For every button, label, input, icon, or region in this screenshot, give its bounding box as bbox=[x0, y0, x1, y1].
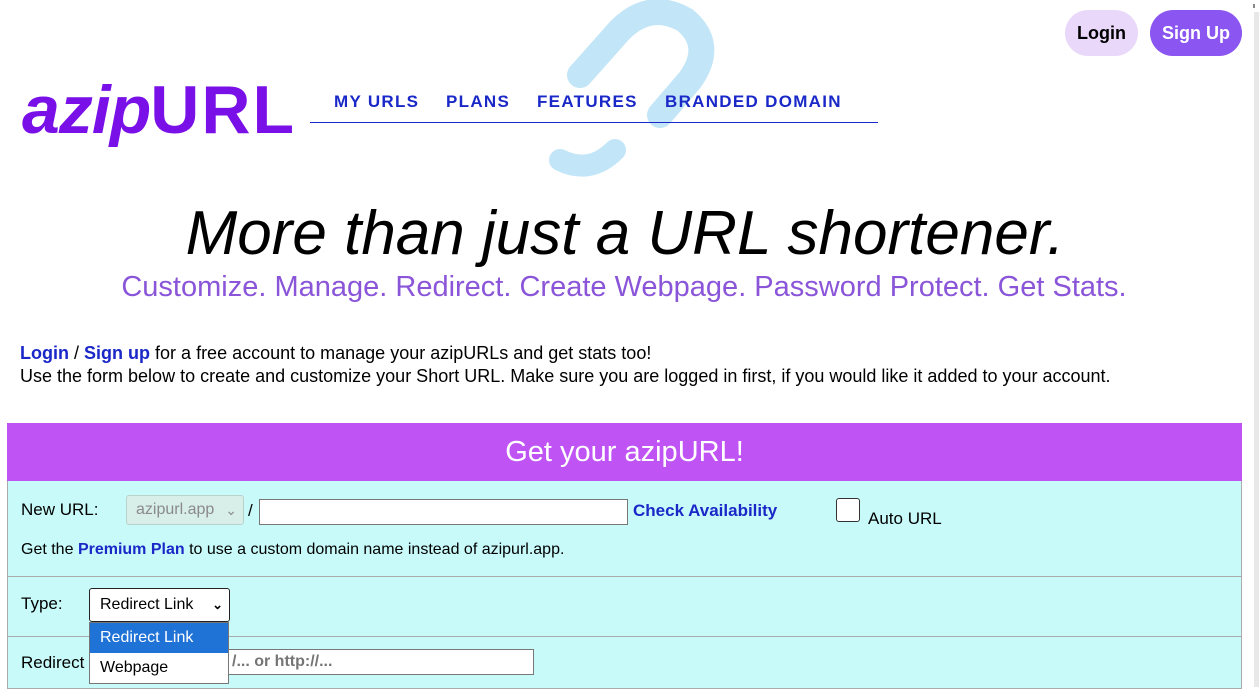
redirect-label: Redirect bbox=[21, 653, 85, 672]
chevron-down-icon: ⌄ bbox=[225, 502, 237, 518]
path-slash: / bbox=[248, 501, 253, 520]
type-dropdown-list: Redirect Link Webpage bbox=[89, 622, 229, 684]
form-title: Get your azipURL! bbox=[7, 423, 1242, 481]
domain-select-value: azipurl.app bbox=[136, 501, 215, 518]
scroll-up-arrow[interactable] bbox=[1253, 4, 1255, 8]
new-url-label: New URL: bbox=[21, 500, 99, 519]
type-select[interactable]: Redirect Link ⌄ bbox=[89, 588, 230, 622]
login-button[interactable]: Login bbox=[1065, 10, 1138, 56]
intro-separator: / bbox=[74, 343, 80, 363]
intro-text: Login / Sign up for a free account to ma… bbox=[20, 342, 1180, 388]
type-label: Type: bbox=[21, 594, 63, 613]
premium-prefix: Get the bbox=[21, 541, 74, 558]
nav-plans[interactable]: PLANS bbox=[446, 92, 510, 112]
intro-line2: Use the form below to create and customi… bbox=[20, 366, 1111, 386]
main-nav: MY URLS PLANS FEATURES BRANDED DOMAIN bbox=[310, 82, 878, 123]
nav-features[interactable]: FEATURES bbox=[537, 92, 638, 112]
type-option-webpage[interactable]: Webpage bbox=[90, 653, 228, 683]
nav-branded-domain[interactable]: BRANDED DOMAIN bbox=[665, 92, 842, 112]
intro-line1: for a free account to manage your azipUR… bbox=[155, 343, 652, 363]
redirect-url-input[interactable]: /... or http://... bbox=[206, 649, 534, 675]
vertical-scrollbar[interactable] bbox=[1254, 12, 1259, 687]
custom-path-input[interactable] bbox=[259, 499, 628, 525]
new-url-row: New URL: azipurl.app ⌄ / Check Availabil… bbox=[7, 481, 1242, 577]
logo-text-url: URL bbox=[150, 72, 297, 148]
intro-signup-link[interactable]: Sign up bbox=[84, 343, 150, 363]
logo-text-azip: azip bbox=[22, 72, 151, 148]
premium-plan-link[interactable]: Premium Plan bbox=[78, 541, 185, 558]
hero-headline: More than just a URL shortener. bbox=[185, 199, 1065, 268]
check-availability-link[interactable]: Check Availability bbox=[633, 501, 777, 521]
type-select-value: Redirect Link bbox=[100, 596, 194, 613]
chevron-down-icon: ⌄ bbox=[212, 597, 223, 612]
domain-select[interactable]: azipurl.app ⌄ bbox=[126, 495, 244, 525]
redirect-placeholder: /... or http://... bbox=[232, 653, 333, 670]
nav-my-urls[interactable]: MY URLS bbox=[334, 92, 419, 112]
hero-tagline: Customize. Manage. Redirect. Create Webp… bbox=[121, 271, 1127, 303]
premium-suffix: to use a custom domain name instead of a… bbox=[189, 541, 565, 558]
intro-login-link[interactable]: Login bbox=[20, 343, 69, 363]
auto-url-label: Auto URL bbox=[868, 509, 942, 528]
auto-url-checkbox[interactable] bbox=[836, 498, 860, 522]
type-option-redirect-link[interactable]: Redirect Link bbox=[90, 623, 228, 653]
signup-button[interactable]: Sign Up bbox=[1150, 10, 1242, 56]
azipurl-logo[interactable]: azipURL bbox=[22, 72, 296, 148]
premium-note: Get the Premium Plan to use a custom dom… bbox=[21, 541, 564, 559]
